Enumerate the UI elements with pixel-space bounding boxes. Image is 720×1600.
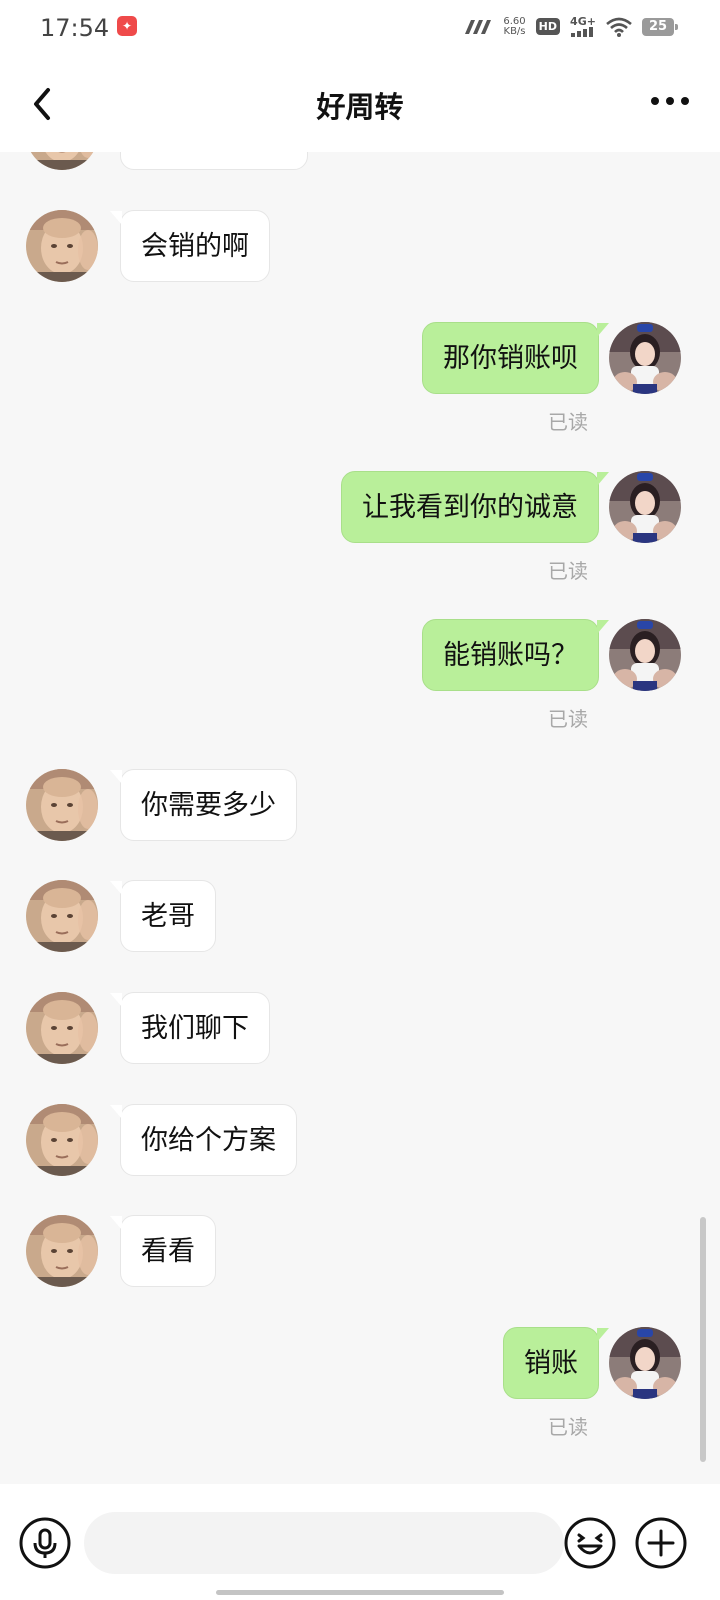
message-bubble[interactable]: 看看 [110, 1215, 216, 1287]
contact-avatar[interactable] [26, 152, 98, 170]
contact-avatar[interactable] [26, 880, 98, 952]
emoji-icon [564, 1517, 616, 1569]
contact-avatar[interactable] [26, 1215, 98, 1287]
emoji-button[interactable] [563, 1516, 617, 1570]
status-bar: 17:54 ✦ 6.60 KB/s HD 4G+ 25 [0, 0, 720, 58]
contact-avatar[interactable] [26, 210, 98, 282]
read-receipt: 已读 [548, 1415, 588, 1439]
input-bar [0, 1484, 720, 1600]
message-bubble[interactable]: 你需要多少 [110, 769, 297, 841]
scrollbar[interactable] [700, 1217, 706, 1462]
message-bubble[interactable]: 我们聊下 [110, 992, 270, 1064]
user-avatar[interactable] [609, 1327, 681, 1399]
read-receipt: 已读 [548, 707, 588, 731]
user-avatar[interactable] [609, 471, 681, 543]
chat-title: 好周转 [316, 90, 404, 124]
status-icons: 6.60 KB/s HD 4G+ 25 [463, 15, 678, 37]
wifi-icon [606, 17, 632, 37]
add-button[interactable] [634, 1516, 688, 1570]
message-bubble[interactable]: 让我看到你的诚意 [341, 471, 609, 543]
status-time: 17:54 [40, 14, 110, 42]
message-bubble[interactable]: 那你销账呗 [422, 322, 609, 394]
network-speed: 6.60 KB/s [503, 15, 526, 37]
battery-icon: 25 [642, 17, 678, 36]
more-dots-icon [651, 97, 689, 105]
read-receipt: 已读 [548, 559, 588, 583]
message-bubble[interactable]: 会销的啊 [110, 210, 270, 282]
signal-strength-icon [465, 19, 492, 34]
user-avatar[interactable] [609, 322, 681, 394]
message-bubble[interactable] [120, 152, 308, 170]
cellular-bars-icon [571, 27, 593, 37]
message-bubble[interactable]: 能销账吗？ [422, 619, 609, 691]
cellular-icon: 4G+ [570, 16, 596, 37]
network-type: 4G+ [570, 15, 596, 28]
message-bubble[interactable]: 老哥 [110, 880, 216, 952]
app-notification-icon: ✦ [117, 16, 137, 36]
contact-avatar[interactable] [26, 769, 98, 841]
message-input[interactable] [84, 1512, 564, 1574]
chat-header: 好周转 [0, 58, 720, 152]
voice-button[interactable] [18, 1516, 72, 1570]
home-indicator[interactable] [216, 1590, 504, 1595]
plus-icon [635, 1517, 687, 1569]
microphone-icon [19, 1517, 71, 1569]
message-bubble[interactable]: 销账 [503, 1327, 609, 1399]
message-bubble[interactable]: 你给个方案 [110, 1104, 297, 1176]
contact-avatar[interactable] [26, 992, 98, 1064]
hd-badge: HD [535, 18, 560, 35]
more-options-button[interactable] [650, 88, 690, 118]
contact-avatar[interactable] [26, 1104, 98, 1176]
message-list[interactable]: 会销的啊 那你销账呗 已读 让我看到你的诚意 已读 能销账吗？ 已读 你需要多少 [0, 152, 720, 1484]
read-receipt: 已读 [548, 410, 588, 434]
user-avatar[interactable] [609, 619, 681, 691]
